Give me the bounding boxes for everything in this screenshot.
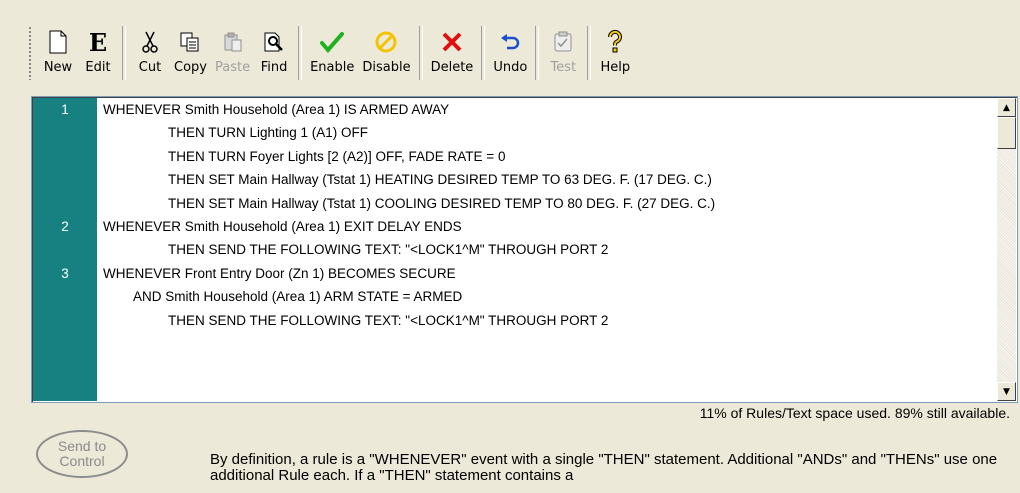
- test-button[interactable]: Test: [543, 20, 583, 86]
- rule-text: THEN SET Main Hallway (Tstat 1) COOLING …: [168, 195, 716, 211]
- disable-button[interactable]: Disable: [358, 20, 414, 86]
- rule-row[interactable]: [33, 355, 997, 378]
- help-question-icon: [599, 26, 631, 58]
- paste-button[interactable]: Paste: [211, 20, 254, 86]
- down-arrow-icon: ▼: [1003, 386, 1010, 397]
- rule-text: THEN TURN Foyer Lights [2 (A2)] OFF, FAD…: [168, 148, 506, 164]
- test-checklist-icon: [547, 26, 579, 58]
- rule-number: 1: [61, 102, 69, 117]
- new-document-icon: [42, 26, 74, 58]
- copy-button[interactable]: Copy: [170, 20, 211, 86]
- prohibited-icon: [370, 26, 402, 58]
- delete-label: Delete: [430, 60, 474, 75]
- enable-button[interactable]: Enable: [306, 20, 358, 86]
- cut-button[interactable]: Cut: [130, 20, 170, 86]
- scroll-up-button[interactable]: ▲: [997, 98, 1016, 117]
- rule-row[interactable]: THEN SET Main Hallway (Tstat 1) COOLING …: [33, 192, 997, 215]
- rule-row[interactable]: AND Smith Household (Area 1) ARM STATE =…: [33, 285, 997, 308]
- rule-row[interactable]: 2 WHENEVER Smith Household (Area 1) EXIT …: [33, 215, 997, 238]
- paste-icon: [217, 26, 249, 58]
- help-button[interactable]: Help: [595, 20, 635, 86]
- scrollbar-thumb[interactable]: [997, 117, 1016, 149]
- edit-icon: E: [82, 26, 114, 58]
- find-button[interactable]: Find: [254, 20, 294, 86]
- rule-text: THEN SET Main Hallway (Tstat 1) HEATING …: [168, 172, 712, 188]
- disable-label: Disable: [362, 60, 411, 75]
- rule-row[interactable]: 1 WHENEVER Smith Household (Area 1) IS AR…: [33, 98, 997, 121]
- copy-label: Copy: [174, 60, 207, 75]
- paste-label: Paste: [214, 60, 251, 75]
- rule-row[interactable]: [33, 379, 997, 402]
- rule-text: THEN SEND THE FOLLOWING TEXT: "<LOCK1^M"…: [168, 312, 609, 328]
- rule-text: WHENEVER Smith Household (Area 1) EXIT D…: [103, 218, 462, 234]
- find-icon: [258, 26, 290, 58]
- rule-row[interactable]: THEN TURN Lighting 1 (A1) OFF: [33, 121, 997, 144]
- enable-label: Enable: [310, 60, 355, 75]
- rule-row[interactable]: THEN SET Main Hallway (Tstat 1) HEATING …: [33, 168, 997, 191]
- rule-number: 3: [61, 265, 69, 281]
- toolbar-separator: [587, 26, 592, 80]
- toolbar-separator: [298, 26, 303, 80]
- help-label: Help: [600, 60, 631, 75]
- edit-glyph: E: [88, 27, 108, 57]
- undo-label: Undo: [493, 60, 528, 75]
- rule-row[interactable]: [33, 332, 997, 355]
- rule-row[interactable]: THEN TURN Foyer Lights [2 (A2)] OFF, FAD…: [33, 145, 997, 168]
- vertical-scrollbar[interactable]: ▲ ▼: [997, 98, 1016, 401]
- delete-button[interactable]: Delete: [427, 20, 478, 86]
- edit-button[interactable]: E Edit: [78, 20, 118, 86]
- toolbar-separator: [122, 26, 126, 80]
- undo-arrow-icon: [494, 26, 526, 58]
- rule-number: 2: [61, 218, 69, 234]
- rule-text: THEN SEND THE FOLLOWING TEXT: "<LOCK1^M"…: [168, 242, 609, 258]
- undo-button[interactable]: Undo: [489, 20, 531, 86]
- send-to-control-button[interactable]: Send to Control: [36, 430, 128, 478]
- toolbar-separator: [481, 26, 486, 80]
- rule-text: AND Smith Household (Area 1) ARM STATE =…: [133, 289, 463, 305]
- scissors-icon: [134, 26, 166, 58]
- toolbar-separator: [535, 26, 540, 80]
- rules-rows: 1 WHENEVER Smith Household (Area 1) IS AR…: [33, 98, 997, 402]
- toolbar-grip[interactable]: [28, 26, 32, 80]
- space-usage-status: 11% of Rules/Text space used. 89% still …: [699, 405, 1010, 421]
- rule-row[interactable]: THEN SEND THE FOLLOWING TEXT: "<LOCK1^M"…: [33, 238, 997, 261]
- rule-definition-info: By definition, a rule is a "WHENEVER" ev…: [210, 451, 998, 484]
- copy-icon: [174, 26, 206, 58]
- rule-text: WHENEVER Smith Household (Area 1) IS ARM…: [103, 102, 450, 117]
- new-label: New: [43, 60, 73, 75]
- new-button[interactable]: New: [38, 20, 78, 86]
- send-button-line1: Send to: [57, 438, 107, 454]
- toolbar: New E Edit Cut Copy Paste Find Enable Di…: [24, 20, 844, 86]
- up-arrow-icon: ▲: [1003, 102, 1010, 113]
- toolbar-separator: [418, 26, 423, 80]
- rule-text: THEN TURN Lighting 1 (A1) OFF: [168, 125, 369, 141]
- rule-text: WHENEVER Front Entry Door (Zn 1) BECOMES…: [103, 265, 456, 281]
- scroll-down-button[interactable]: ▼: [997, 382, 1016, 401]
- rule-row[interactable]: THEN SEND THE FOLLOWING TEXT: "<LOCK1^M"…: [33, 309, 997, 332]
- edit-label: Edit: [85, 60, 111, 75]
- test-label: Test: [550, 60, 577, 75]
- cut-label: Cut: [138, 60, 162, 75]
- rule-row[interactable]: 3 WHENEVER Front Entry Door (Zn 1) BECOME…: [33, 262, 997, 285]
- checkmark-icon: [316, 26, 348, 58]
- red-x-icon: [436, 26, 468, 58]
- find-label: Find: [260, 60, 288, 75]
- send-button-line2: Control: [59, 453, 105, 469]
- rules-list[interactable]: 1 WHENEVER Smith Household (Area 1) IS AR…: [31, 96, 1018, 403]
